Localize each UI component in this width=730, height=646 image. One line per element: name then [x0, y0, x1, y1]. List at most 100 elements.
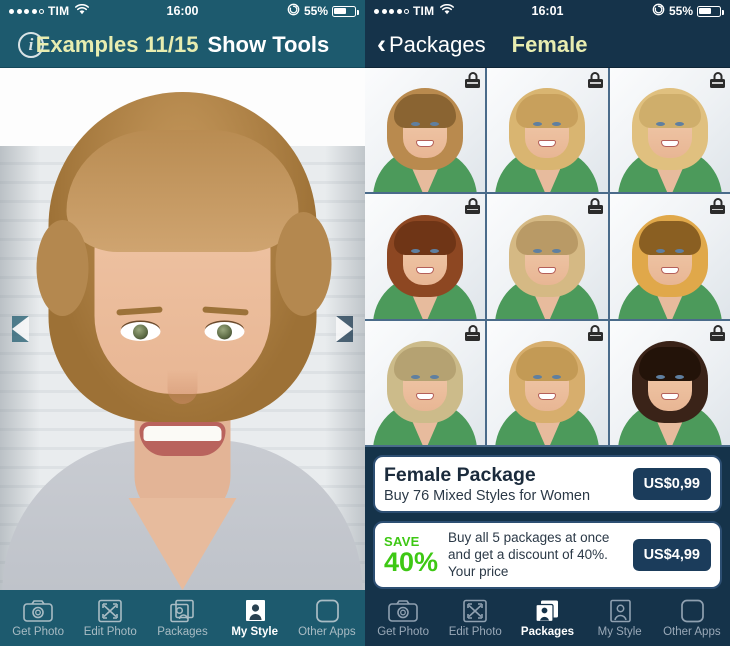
hairstyle-thumbnail[interactable]: [609, 68, 730, 193]
package-title: Female Package: [384, 464, 536, 486]
lock-icon: [465, 198, 481, 215]
lock-icon: [465, 72, 481, 88]
tab-other-apps[interactable]: Other Apps: [291, 599, 363, 638]
portrait-mouth: [139, 422, 226, 456]
portrait-eye-left: [120, 322, 161, 341]
save-label: SAVE: [384, 533, 420, 549]
tab-label: Edit Photo: [448, 625, 502, 638]
right-tab-bar: Get Photo Edit Photo Packages My Style O…: [365, 590, 730, 646]
female-package-text: Female Package Buy 76 Mixed Styles for W…: [384, 464, 625, 504]
hairstyle-thumbnail[interactable]: [365, 194, 486, 319]
camera-icon: [388, 599, 418, 623]
signal-strength-icon: [9, 8, 44, 14]
left-phone-screen: TIM 16:00 55% i Examples 11/15 Show Tool…: [0, 0, 365, 646]
lock-icon: [710, 72, 725, 88]
left-nav-center: Examples 11/15 Show Tools: [0, 32, 365, 58]
rounded-square-icon: [312, 599, 342, 623]
portrait-fringe: [66, 130, 299, 252]
offers-section: Female Package Buy 76 Mixed Styles for W…: [365, 447, 730, 590]
examples-counter-label: Examples 11/15: [35, 31, 199, 57]
battery-icon: [697, 5, 724, 17]
tab-label: Other Apps: [298, 625, 356, 638]
hairstyle-thumbnail[interactable]: [609, 194, 730, 319]
lock-icon: [710, 198, 725, 215]
right-phone-screen: TIM 16:01 55% ‹ Packages Female Female P…: [365, 0, 730, 646]
hairstyle-thumbnail[interactable]: [487, 194, 608, 319]
tab-label: Get Photo: [12, 625, 64, 638]
tab-label: Packages: [157, 625, 208, 638]
rotation-lock-icon: [287, 3, 300, 19]
hairstyle-thumbnail[interactable]: [365, 320, 486, 445]
battery-percent-label: 55%: [668, 4, 693, 18]
buy-package-button[interactable]: US$0,99: [632, 468, 711, 501]
tab-get-photo[interactable]: Get Photo: [367, 599, 439, 638]
hairstyle-thumbnail[interactable]: [487, 320, 608, 445]
wifi-icon: [75, 3, 90, 18]
portrait-nose: [167, 370, 198, 404]
buy-bundle-button[interactable]: US$4,99: [632, 539, 711, 572]
prev-arrow[interactable]: [12, 316, 29, 342]
packages-body: Female Package Buy 76 Mixed Styles for W…: [365, 68, 730, 590]
tab-my-style[interactable]: My Style: [584, 599, 656, 638]
carrier-label: TIM: [413, 4, 435, 18]
rounded-square-icon: [677, 599, 707, 623]
left-tab-bar: Get Photo Edit Photo Packages My Style O…: [0, 590, 365, 646]
tab-packages[interactable]: Packages: [146, 599, 218, 638]
next-arrow[interactable]: [336, 316, 353, 342]
right-nav-bar: ‹ Packages Female: [365, 22, 730, 68]
tab-label: My Style: [597, 625, 642, 638]
user-portrait-photo: [0, 70, 365, 590]
hairstyle-thumbnail[interactable]: [365, 68, 486, 193]
tab-edit-photo[interactable]: Edit Photo: [439, 599, 511, 638]
stacked-photos-icon: [167, 599, 197, 623]
left-status-carrier-group: TIM: [9, 3, 90, 18]
bundle-discount-card[interactable]: SAVE 40% Buy all 5 packages at once and …: [373, 521, 722, 590]
right-status-bar: TIM 16:01 55%: [365, 0, 730, 22]
hairstyle-grid: [365, 68, 730, 447]
portrait-curl-right: [275, 212, 331, 316]
left-nav-bar: i Examples 11/15 Show Tools: [0, 22, 365, 68]
carrier-label: TIM: [48, 4, 70, 18]
signal-strength-icon: [374, 8, 409, 14]
save-badge: SAVE 40%: [384, 535, 438, 576]
person-frame-icon: [240, 599, 270, 623]
show-tools-button[interactable]: Show Tools: [207, 32, 329, 58]
lock-icon: [587, 198, 603, 215]
photo-preview-area[interactable]: [0, 68, 365, 590]
save-percent: 40%: [384, 546, 439, 577]
back-button[interactable]: Packages: [389, 32, 486, 58]
rotation-lock-icon: [652, 3, 665, 19]
chevron-left-icon[interactable]: ‹: [377, 31, 386, 58]
right-status-right-group: 55%: [652, 3, 724, 19]
tab-get-photo[interactable]: Get Photo: [2, 599, 74, 638]
right-status-carrier-group: TIM: [374, 3, 455, 18]
tab-other-apps[interactable]: Other Apps: [656, 599, 728, 638]
camera-icon: [23, 599, 53, 623]
page-title: Female: [511, 31, 588, 57]
tab-edit-photo[interactable]: Edit Photo: [74, 599, 146, 638]
tab-label: Packages: [520, 625, 574, 638]
tab-label: Other Apps: [663, 625, 721, 638]
expand-arrows-icon: [95, 599, 125, 623]
tab-my-style[interactable]: My Style: [219, 599, 291, 638]
package-subtitle: Buy 76 Mixed Styles for Women: [384, 488, 591, 505]
left-status-bar: TIM 16:00 55%: [0, 0, 365, 22]
hairstyle-thumbnail[interactable]: [487, 68, 608, 193]
person-frame-icon: [605, 599, 635, 623]
wifi-icon: [440, 3, 455, 18]
battery-icon: [332, 5, 359, 17]
portrait-eye-right: [204, 322, 245, 341]
lock-icon: [465, 324, 481, 341]
tab-packages[interactable]: Packages: [511, 599, 583, 638]
tab-label: My Style: [231, 625, 278, 638]
battery-percent-label: 55%: [303, 4, 328, 18]
portrait-curl-left: [36, 220, 88, 316]
female-package-card[interactable]: Female Package Buy 76 Mixed Styles for W…: [373, 455, 722, 514]
tab-label: Edit Photo: [83, 625, 137, 638]
tab-label: Get Photo: [377, 625, 429, 638]
hairstyle-thumbnail[interactable]: [609, 320, 730, 445]
dual-screenshot-container: TIM 16:00 55% i Examples 11/15 Show Tool…: [0, 0, 730, 646]
lock-icon: [587, 72, 603, 88]
expand-arrows-icon: [460, 599, 490, 623]
left-status-right-group: 55%: [287, 3, 359, 19]
